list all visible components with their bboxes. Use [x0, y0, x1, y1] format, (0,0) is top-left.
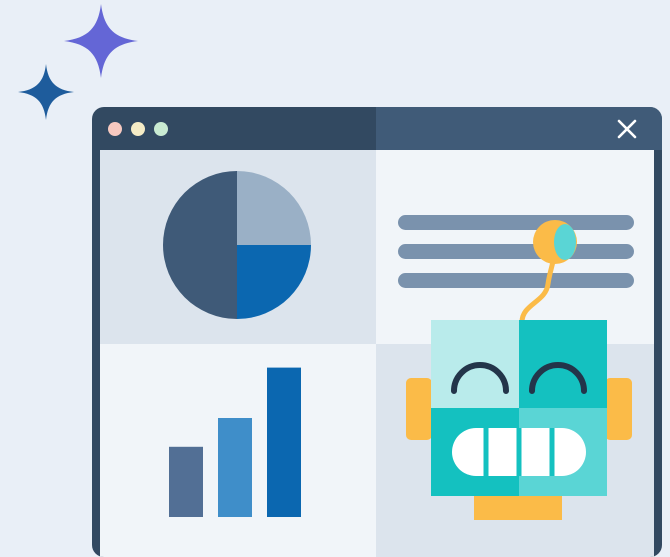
pie-chart-icon: [163, 171, 311, 319]
bar: [267, 367, 301, 517]
pie-slice: [237, 245, 311, 319]
robot-icon: [404, 218, 634, 523]
close-icon[interactable]: [616, 118, 638, 140]
pie-slice: [163, 171, 237, 319]
window-dot-green: [154, 122, 168, 136]
sparkle-large-icon: [64, 4, 138, 78]
bar-chart-icon: [169, 367, 301, 517]
pie-chart-panel: [100, 150, 376, 344]
window-dot-red: [108, 122, 122, 136]
bar: [169, 446, 203, 517]
sparkle-small-icon: [18, 64, 74, 120]
window-dot-yellow: [131, 122, 145, 136]
bar-chart-panel: [100, 344, 376, 557]
bar: [218, 418, 252, 517]
pie-slice: [237, 171, 311, 245]
